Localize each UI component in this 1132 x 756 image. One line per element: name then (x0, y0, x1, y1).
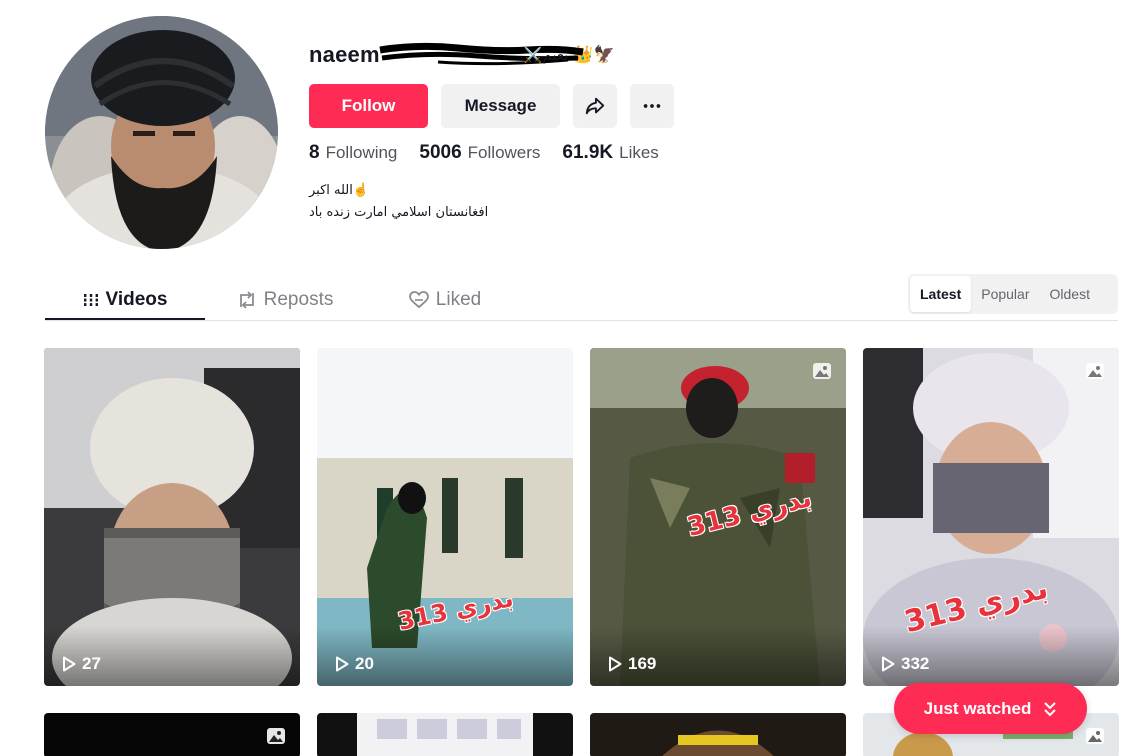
likes-label: Likes (619, 143, 659, 162)
video-card[interactable] (317, 713, 573, 756)
tab-videos-label: Videos (105, 289, 168, 310)
view-count-text: 169 (628, 654, 657, 673)
sort-popular[interactable]: Popular (971, 276, 1039, 312)
photo-icon (267, 728, 285, 744)
video-thumbnail (44, 713, 300, 756)
view-count: 20 (335, 654, 374, 674)
video-card[interactable]: 313 بدري 332 (863, 348, 1119, 686)
liked-heart-icon (408, 291, 429, 309)
view-count: 169 (608, 654, 656, 674)
bio-line: ☝️الله اکبر (309, 183, 370, 198)
repost-icon (237, 291, 257, 309)
just-watched-label: Just watched (923, 698, 1032, 718)
stat-likes: 61.9K Likes (562, 142, 658, 164)
double-chevron-down-icon (1044, 701, 1057, 716)
display-name-extra: ⚔️نعیم (523, 46, 569, 64)
avatar-image (45, 16, 278, 249)
tab-liked-label: Liked (435, 289, 482, 310)
photo-icon (813, 363, 831, 379)
video-card[interactable]: 313 بدري 20 (317, 348, 573, 686)
tab-liked[interactable]: Liked (365, 278, 525, 322)
view-count: 332 (881, 654, 929, 674)
sort-latest[interactable]: Latest (910, 276, 972, 312)
view-count-text: 332 (901, 654, 930, 673)
likes-count: 61.9K (562, 142, 614, 163)
video-card[interactable]: 313 بدري 169 (590, 348, 846, 686)
profile-bio: ☝️الله اکبر افغانستان اسلامي امارت زنده … (309, 180, 509, 224)
video-card[interactable] (44, 713, 300, 756)
followers-label: Followers (467, 143, 541, 162)
play-icon (609, 656, 622, 672)
profile-avatar[interactable] (45, 16, 278, 249)
more-icon (643, 104, 661, 108)
tab-reposts[interactable]: Reposts (205, 278, 365, 322)
followers-count: 5006 (419, 142, 462, 163)
stat-following[interactable]: 8 Following (309, 142, 397, 164)
video-thumbnail (317, 713, 573, 756)
bio-line: افغانستان اسلامي امارت زنده باد (309, 205, 489, 220)
message-button[interactable]: Message (441, 84, 560, 128)
video-card[interactable]: 27 (44, 348, 300, 686)
follow-button[interactable]: Follow (309, 84, 428, 128)
video-card[interactable] (590, 713, 846, 756)
sort-segmented-control: Latest Popular Oldest (908, 274, 1118, 314)
profile-stats: 8 Following 5006 Followers 61.9K Likes (309, 142, 681, 164)
photo-icon (1086, 363, 1104, 379)
view-count-text: 27 (82, 654, 101, 673)
photo-icon (1086, 728, 1104, 744)
tab-videos[interactable]: Videos (45, 278, 205, 322)
share-button[interactable] (573, 84, 617, 128)
grid-icon (82, 292, 99, 308)
profile-tabs: Videos Reposts Liked (45, 278, 745, 322)
just-watched-button[interactable]: Just watched (894, 683, 1087, 734)
following-count: 8 (309, 142, 320, 163)
view-count: 27 (62, 654, 101, 674)
stat-followers[interactable]: 5006 Followers (419, 142, 540, 164)
sort-oldest[interactable]: Oldest (1040, 276, 1100, 312)
more-options-button[interactable] (630, 84, 674, 128)
share-icon (585, 97, 605, 115)
username: naeem (309, 42, 380, 67)
play-icon (336, 656, 349, 672)
play-icon (882, 656, 895, 672)
play-icon (63, 656, 76, 672)
following-label: Following (325, 143, 398, 162)
view-count-text: 20 (355, 654, 374, 673)
tabs-divider (45, 320, 1118, 321)
video-thumbnail (590, 713, 846, 756)
username-row: naeem ⚔️نعیم 👑🦅 (309, 40, 615, 70)
tab-reposts-label: Reposts (263, 289, 334, 310)
